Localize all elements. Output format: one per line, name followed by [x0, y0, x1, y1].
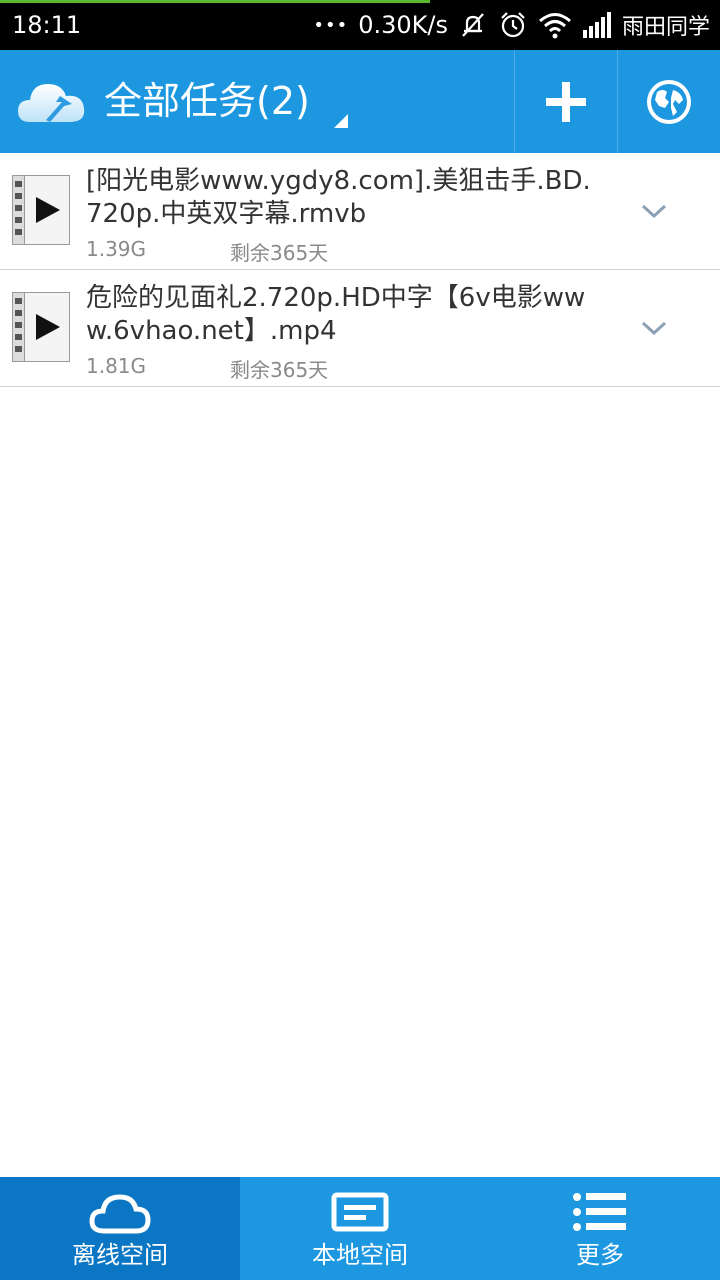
video-file-icon — [12, 292, 70, 362]
progress-indicator-line — [0, 0, 430, 3]
status-indicators: ••• 0.30K/s 雨田同学 — [313, 8, 710, 42]
signal-icon — [582, 12, 612, 38]
task-remaining-days: 剩余365天 — [230, 358, 329, 382]
tab-offline-space[interactable]: 离线空间 — [0, 1177, 240, 1280]
task-row[interactable]: [阳光电影www.ygdy8.com].美狙击手.BD.720p.中英双字幕.r… — [0, 153, 720, 270]
more-notifications-icon: ••• — [313, 14, 349, 36]
status-time: 18:11 — [12, 11, 82, 39]
tab-label: 离线空间 — [72, 1241, 168, 1269]
tab-label: 本地空间 — [312, 1241, 408, 1269]
plus-icon — [546, 81, 586, 122]
chevron-down-icon — [641, 204, 667, 219]
task-row[interactable]: 危险的见面礼2.720p.HD中字【6v电影www.6vhao.net】.mp4… — [0, 270, 720, 387]
alarm-icon — [498, 10, 528, 40]
bottom-nav: 离线空间 本地空间 更多 — [0, 1177, 720, 1280]
tab-local-space[interactable]: 本地空间 — [240, 1177, 480, 1280]
add-task-button[interactable] — [515, 50, 617, 153]
expand-task-button[interactable] — [632, 193, 676, 229]
task-list: [阳光电影www.ygdy8.com].美狙击手.BD.720p.中英双字幕.r… — [0, 153, 720, 387]
task-filter-title[interactable]: 全部任务(2) — [104, 76, 310, 126]
expand-task-button[interactable] — [632, 310, 676, 346]
carrier-name: 雨田同学 — [621, 15, 710, 40]
cloud-icon — [0, 1191, 240, 1237]
vibrate-off-icon — [458, 10, 488, 40]
status-bar: 18:11 ••• 0.30K/s 雨田同学 — [0, 0, 720, 50]
cloud-logo-icon — [16, 72, 88, 132]
net-speed: 0.30K/s — [358, 11, 448, 39]
dropdown-caret-icon[interactable] — [334, 114, 348, 128]
wifi-icon — [538, 11, 572, 39]
globe-icon — [647, 79, 691, 124]
browser-button[interactable] — [618, 50, 720, 153]
task-file-size: 1.81G — [86, 354, 147, 378]
video-file-icon — [12, 175, 70, 245]
task-remaining-days: 剩余365天 — [230, 241, 329, 265]
app-bar: 全部任务(2) — [0, 50, 720, 153]
task-file-name: [阳光电影www.ygdy8.com].美狙击手.BD.720p.中英双字幕.r… — [86, 166, 591, 229]
tab-label: 更多 — [576, 1241, 624, 1269]
task-file-name: 危险的见面礼2.720p.HD中字【6v电影www.6vhao.net】.mp4 — [86, 283, 586, 346]
chevron-down-icon — [641, 321, 667, 336]
list-icon — [480, 1191, 720, 1237]
task-file-size: 1.39G — [86, 237, 147, 261]
tab-more[interactable]: 更多 — [480, 1177, 720, 1280]
local-storage-icon — [240, 1191, 480, 1237]
